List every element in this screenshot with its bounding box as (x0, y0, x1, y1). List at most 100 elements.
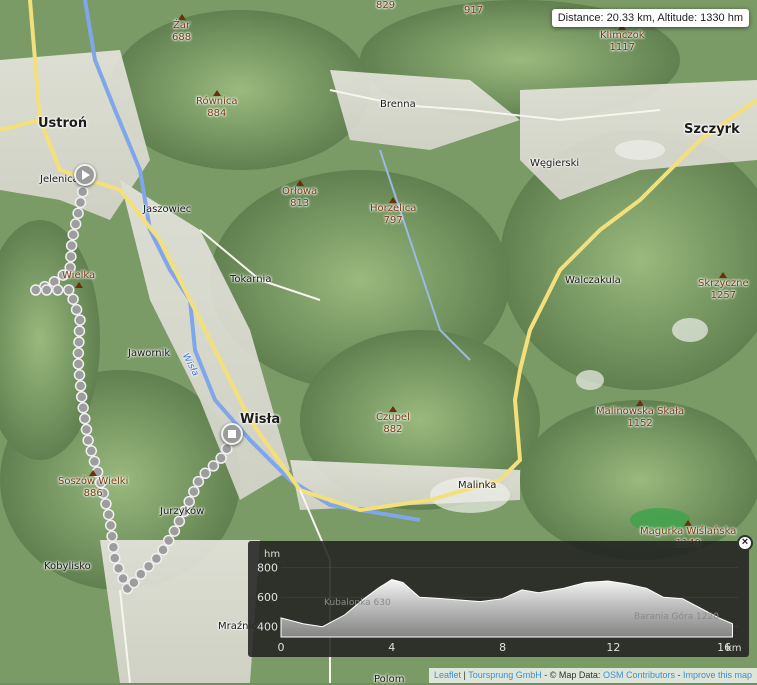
peak-klimczok: Klimczok 1117 (600, 24, 645, 54)
route-waypoint (79, 412, 91, 425)
toursprung-link[interactable]: Toursprung GmbH (468, 670, 542, 680)
peak-orlowa: Orłowa 813 (282, 180, 317, 210)
map-data-label: © Map Data: (549, 670, 601, 680)
close-elevation-button[interactable]: × (737, 535, 753, 551)
route-waypoint (74, 380, 87, 392)
route-waypoint (100, 498, 112, 510)
elevation-y-unit: hm (264, 549, 280, 560)
peak-829: 829 (376, 0, 396, 11)
town-label-jawornik: Jawornik (128, 348, 171, 359)
town-label-tokarnia: Tokarnia (230, 274, 272, 285)
route-waypoint (207, 460, 220, 472)
route-waypoint (73, 325, 86, 337)
route-waypoint (112, 562, 125, 575)
route-waypoint (74, 196, 87, 209)
peak-horzelica: Horzelica 797 (370, 197, 416, 227)
town-label-brenna: Brenna (380, 99, 416, 110)
route-waypoint (109, 552, 121, 564)
route-waypoint (73, 369, 86, 381)
elevation-y-tick: 800 (257, 562, 278, 575)
town-label-wegierski: Węgierski (530, 158, 580, 169)
elevation-y-tick: 600 (257, 591, 278, 604)
peak-917: 917 (464, 5, 484, 16)
route-waypoint (117, 572, 129, 585)
route-waypoint (76, 186, 89, 198)
route-waypoint (88, 455, 101, 468)
route-waypoint (104, 519, 117, 532)
peak-zar: Żar 688 (172, 14, 191, 44)
map-attribution: Leaflet | Toursprung GmbH - © Map Data: … (429, 668, 757, 683)
route-waypoint (107, 541, 120, 553)
town-label-malinka: Malinka (458, 480, 497, 491)
peak-icon (74, 282, 83, 288)
route-waypoint (135, 568, 147, 580)
route-waypoint (157, 544, 169, 556)
town-label-jurzykow: Jurzyków (160, 506, 205, 517)
elevation-x-tick: 0 (278, 641, 285, 654)
elevation-x-ticks: 0 4 8 12 16 (278, 641, 732, 654)
route-waypoint (40, 284, 53, 296)
route-waypoint (74, 314, 86, 326)
peak-czupel: Czupel 882 (376, 406, 410, 436)
leaflet-link[interactable]: Leaflet (434, 670, 461, 680)
route-waypoint (168, 525, 181, 537)
route-waypoint (69, 218, 82, 230)
route-waypoint (72, 207, 84, 220)
route-waypoint (215, 452, 227, 464)
improve-map-link[interactable]: Improve this map (683, 670, 752, 680)
elevation-x-unit: km (726, 643, 742, 654)
route-waypoint (29, 284, 42, 296)
peak-skrzyczne: Skrzyczne 1257 (698, 272, 749, 302)
peak-rownica: Równica 884 (196, 90, 238, 120)
route-waypoint (75, 391, 88, 403)
peak-wielka: Wielka (62, 270, 95, 288)
peak-soszow-wielki: Soszów Wielki 886 (58, 470, 128, 500)
route-waypoint (192, 475, 205, 488)
elevation-overlay-label-barania: Barania Góra 1220 (634, 611, 719, 622)
town-label-ustron: Ustroń (38, 116, 88, 131)
town-label-kobylisko: Kobylisko (44, 561, 91, 572)
route-waypoint (65, 250, 77, 263)
town-label-szczyrk: Szczyrk (684, 122, 740, 137)
route-waypoint (221, 442, 233, 455)
town-label-walczakula: Walczakula (565, 275, 621, 286)
elevation-y-ticks: 400 600 800 (257, 562, 278, 634)
route-waypoint (80, 423, 93, 436)
route-end-marker[interactable] (221, 423, 243, 445)
route-waypoint (102, 508, 115, 521)
route-start-marker[interactable] (74, 164, 96, 186)
elevation-x-tick: 8 (499, 641, 506, 654)
route-summary-box: Distance: 20.33 km, Altitude: 1330 hm (551, 9, 749, 27)
route-waypoint (70, 303, 83, 316)
elevation-area (280, 578, 733, 638)
elevation-profile-panel[interactable]: hm 400 600 800 0 4 8 12 16 km Kubalonka 630 Ba… (248, 541, 749, 657)
route-waypoint (67, 228, 79, 241)
elevation-x-tick: 12 (606, 641, 620, 654)
osm-link[interactable]: OSM Contributors (603, 670, 675, 680)
route-waypoint (67, 293, 79, 305)
route-waypoint (162, 534, 175, 547)
route-waypoint (73, 336, 85, 348)
route-waypoint (150, 552, 163, 565)
route-waypoint (142, 560, 155, 573)
stop-icon (228, 430, 236, 438)
town-label-jelenica: Jelenica (40, 174, 79, 185)
town-label-jaszowiec: Jaszowiec (143, 204, 192, 215)
route-waypoint (173, 515, 186, 528)
route-waypoint (85, 445, 98, 457)
route-waypoint (65, 239, 78, 252)
route-waypoint (72, 347, 85, 359)
town-label-polom: Polom (374, 674, 405, 685)
route-waypoint (188, 485, 200, 498)
play-icon (82, 170, 90, 180)
route-waypoint (106, 530, 118, 543)
peak-malinowska-skala: Malinowska Skała 1152 (596, 400, 684, 430)
elevation-chart[interactable]: hm 400600800 0 4 8 12 16 km Kubalonka 630 Ba… (248, 541, 749, 657)
route-waypoint (199, 467, 211, 480)
route-waypoint (77, 402, 89, 414)
town-label-wisla: Wisła (240, 412, 281, 427)
route-waypoint (82, 434, 94, 447)
elevation-y-tick: 400 (257, 621, 278, 634)
route-waypoint (72, 358, 85, 370)
elevation-x-tick: 4 (388, 641, 395, 654)
